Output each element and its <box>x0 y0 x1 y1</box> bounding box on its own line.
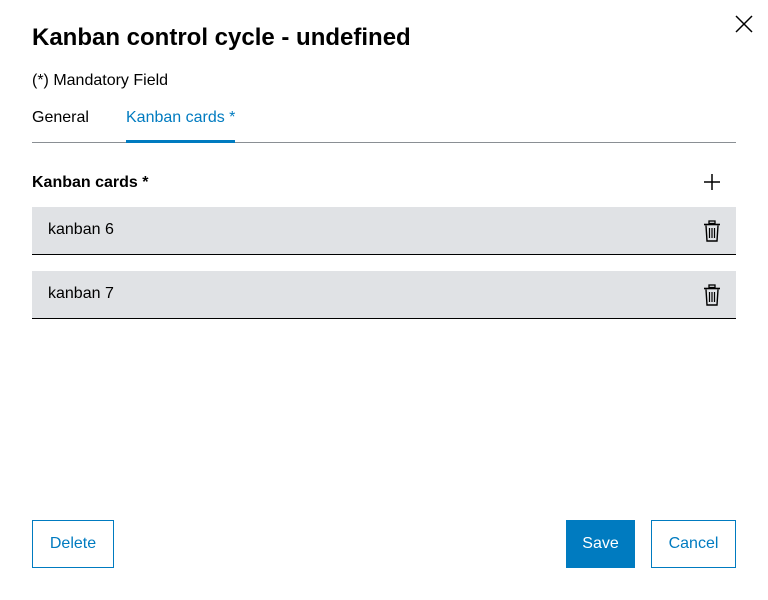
dialog-title: Kanban control cycle - undefined <box>32 24 411 51</box>
close-icon <box>735 15 753 33</box>
mandatory-field-note: (*) Mandatory Field <box>32 72 169 89</box>
close-button[interactable] <box>730 10 758 38</box>
delete-card-button[interactable] <box>698 217 726 245</box>
tab-general[interactable]: General <box>32 106 89 142</box>
save-button[interactable]: Save <box>566 520 635 568</box>
tab-kanban-cards[interactable]: Kanban cards * <box>126 106 236 143</box>
add-card-button[interactable] <box>698 168 726 196</box>
trash-icon <box>704 284 720 306</box>
list-item: kanban 7 <box>32 271 736 319</box>
kanban-dialog: Kanban control cycle - undefined (*) Man… <box>0 0 768 600</box>
delete-button[interactable]: Delete <box>32 520 114 568</box>
section-title: Kanban cards * <box>32 174 149 191</box>
delete-card-button[interactable] <box>698 281 726 309</box>
cancel-button[interactable]: Cancel <box>651 520 736 568</box>
trash-icon <box>704 220 720 242</box>
plus-icon <box>704 174 720 190</box>
list-item: kanban 6 <box>32 207 736 255</box>
tab-bar: General Kanban cards * <box>32 106 736 143</box>
card-label: kanban 7 <box>48 285 114 302</box>
card-label: kanban 6 <box>48 221 114 238</box>
